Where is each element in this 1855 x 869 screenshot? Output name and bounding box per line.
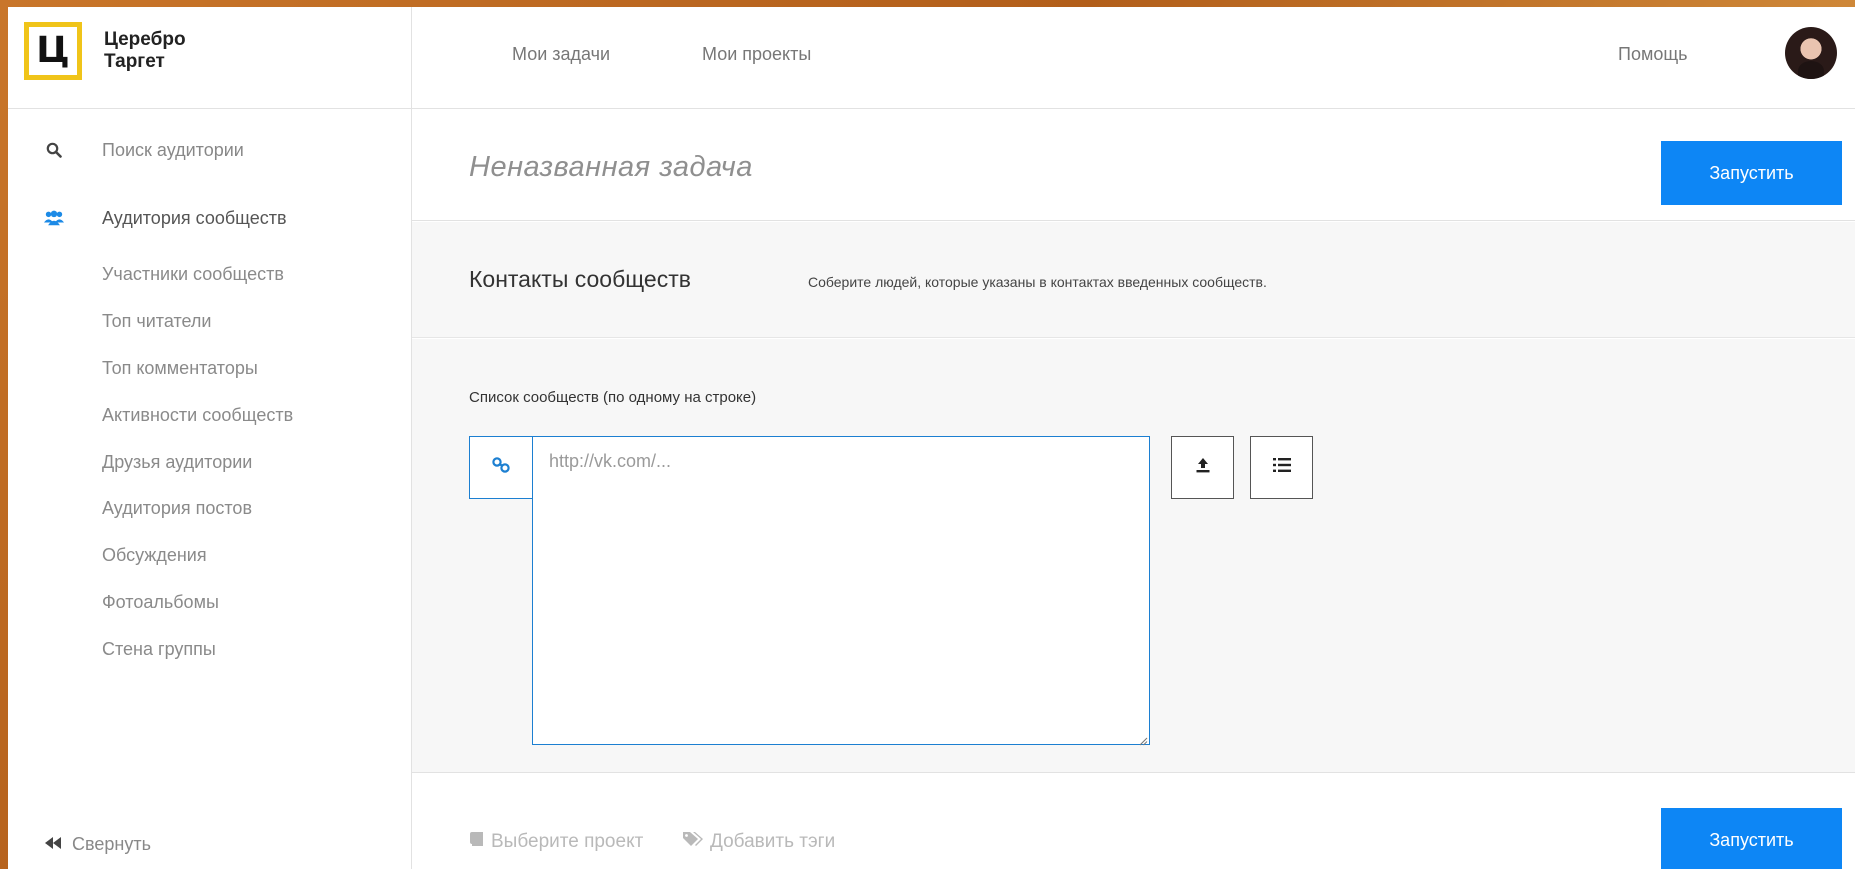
add-tags-label: Добавить тэги: [710, 831, 836, 852]
nav-my-projects[interactable]: Мои проекты: [702, 44, 811, 65]
add-tags-link[interactable]: Добавить тэги: [682, 831, 835, 853]
run-button-bottom[interactable]: Запустить: [1661, 808, 1842, 869]
double-chevron-left-icon: [44, 836, 62, 855]
section-description: Соберите людей, которые указаны в контак…: [808, 274, 1267, 290]
sidebar-subitem-group-wall[interactable]: Стена группы: [102, 639, 216, 660]
section-title: Контакты сообществ: [469, 266, 691, 292]
main-content: Неназванная задача Запустить Контакты со…: [412, 109, 1855, 869]
book-icon: [469, 831, 485, 853]
users-icon: [44, 208, 64, 228]
sidebar-subitem-top-commenters[interactable]: Топ комментаторы: [102, 358, 258, 379]
form-area: Список сообществ (по одному на строке): [412, 339, 1855, 772]
app-window: Ц Церебро Таргет Мои задачи Мои проекты …: [8, 7, 1855, 869]
search-icon: [44, 140, 64, 160]
top-bar: Ц Церебро Таргет Мои задачи Мои проекты …: [8, 7, 1855, 109]
communities-textarea[interactable]: [532, 436, 1150, 745]
sidebar-subitem-discussions[interactable]: Обсуждения: [102, 545, 207, 566]
sidebar-item-search[interactable]: Поиск аудитории: [8, 139, 411, 161]
run-button-top[interactable]: Запустить: [1661, 141, 1842, 205]
resize-grip-icon[interactable]: [1138, 733, 1148, 746]
brand-name: Церебро Таргет: [104, 29, 186, 73]
link-icon: [491, 455, 511, 480]
footer-bar: Выберите проект Добавить тэги Запустить: [412, 772, 1855, 869]
sidebar-collapse[interactable]: Свернуть: [8, 819, 411, 869]
logo: Ц: [24, 22, 82, 80]
sidebar-subitem-post-audience[interactable]: Аудитория постов: [102, 498, 252, 519]
logo-letter: Ц: [36, 30, 70, 71]
sidebar: Поиск аудитории Аудитория сообществ Учас…: [8, 109, 412, 869]
section-header: Контакты сообществ Соберите людей, котор…: [412, 222, 1855, 338]
sidebar-subitem-community-activity[interactable]: Активности сообществ: [102, 405, 293, 426]
sidebar-subitem-members[interactable]: Участники сообществ: [102, 264, 284, 285]
select-project-label: Выберите проект: [491, 831, 644, 852]
nav-my-tasks[interactable]: Мои задачи: [512, 44, 610, 65]
select-project-link[interactable]: Выберите проект: [469, 831, 643, 853]
task-title[interactable]: Неназванная задача: [469, 151, 753, 184]
brand-name-line1: Церебро: [104, 29, 186, 50]
upload-icon: [1194, 456, 1212, 479]
sidebar-item-community-audience[interactable]: Аудитория сообществ: [8, 207, 411, 229]
communities-field-label: Список сообществ (по одному на строке): [469, 389, 757, 406]
task-header: Неназванная задача Запустить: [412, 109, 1855, 221]
upload-button[interactable]: [1171, 436, 1234, 499]
sidebar-item-label: Поиск аудитории: [102, 139, 244, 160]
link-addon: [469, 436, 532, 499]
sidebar-item-label: Аудитория сообществ: [102, 207, 287, 228]
brand-name-line2: Таргет: [104, 51, 165, 72]
sidebar-subitem-audience-friends[interactable]: Друзья аудитории: [102, 452, 252, 473]
avatar[interactable]: [1785, 27, 1837, 79]
nav-help[interactable]: Помощь: [1618, 44, 1688, 65]
sidebar-subitem-top-readers[interactable]: Топ читатели: [102, 311, 211, 332]
list-icon: [1272, 457, 1291, 478]
sidebar-subitem-photo-albums[interactable]: Фотоальбомы: [102, 592, 219, 613]
tags-icon: [682, 831, 704, 853]
list-button[interactable]: [1250, 436, 1313, 499]
brand[interactable]: Ц Церебро Таргет: [8, 7, 412, 109]
collapse-label: Свернуть: [72, 834, 151, 854]
